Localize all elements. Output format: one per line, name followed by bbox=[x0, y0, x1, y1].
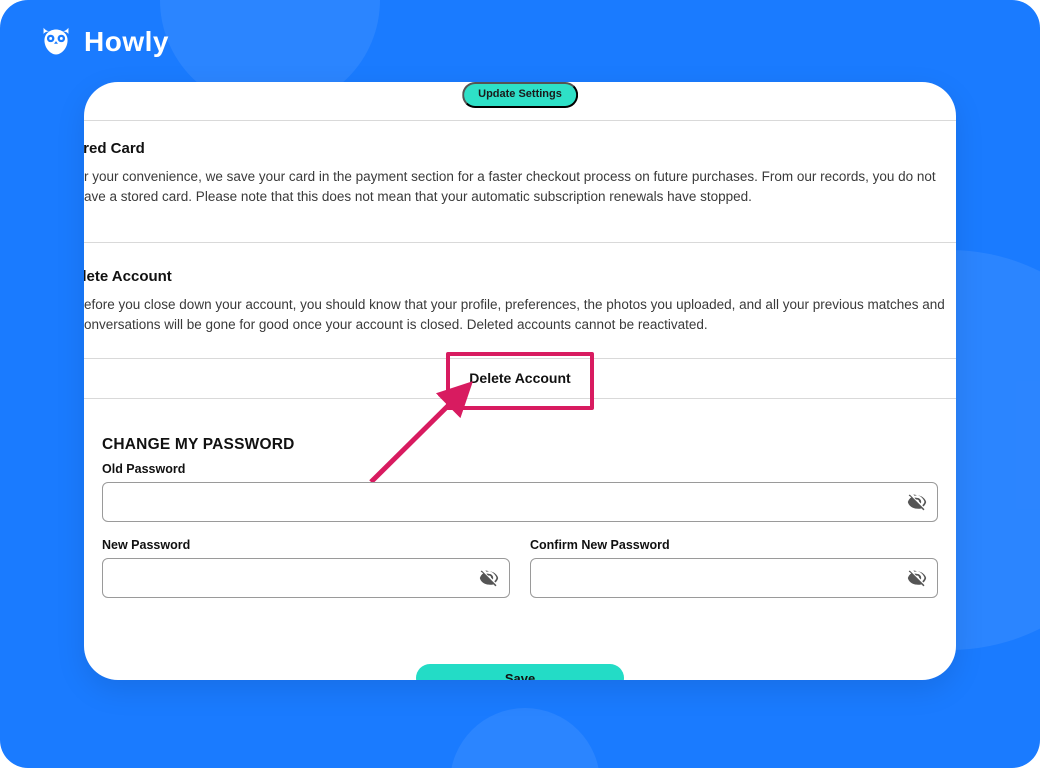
old-password-field bbox=[102, 482, 938, 522]
toggle-visibility-icon[interactable] bbox=[906, 567, 928, 589]
old-password-input[interactable] bbox=[102, 482, 938, 522]
update-settings-button[interactable]: Update Settings bbox=[462, 82, 578, 108]
delete-account-row: Delete Account bbox=[84, 358, 956, 398]
delete-account-button[interactable]: Delete Account bbox=[459, 364, 580, 392]
delete-account-heading: elete Account bbox=[84, 268, 948, 285]
confirm-password-field bbox=[530, 558, 938, 598]
toggle-visibility-icon[interactable] bbox=[906, 491, 928, 513]
save-button[interactable]: Save bbox=[416, 664, 624, 680]
confirm-password-label: Confirm New Password bbox=[530, 538, 938, 552]
confirm-password-input[interactable] bbox=[530, 558, 938, 598]
stored-card-section: ored Card r your convenience, we save yo… bbox=[84, 140, 956, 206]
old-password-label: Old Password bbox=[102, 462, 938, 476]
new-password-label: New Password bbox=[102, 538, 510, 552]
divider bbox=[84, 120, 956, 121]
brand-name: Howly bbox=[84, 26, 169, 58]
toggle-visibility-icon[interactable] bbox=[478, 567, 500, 589]
new-password-input[interactable] bbox=[102, 558, 510, 598]
delete-account-body: efore you close down your account, you s… bbox=[84, 295, 948, 334]
change-password-section: CHANGE MY PASSWORD Old Password New Pass… bbox=[102, 436, 938, 598]
brand-logo: Howly bbox=[38, 26, 169, 58]
change-password-title: CHANGE MY PASSWORD bbox=[102, 436, 938, 454]
save-row: Save bbox=[84, 640, 956, 680]
new-password-field bbox=[102, 558, 510, 598]
decorative-blob bbox=[450, 708, 600, 768]
settings-card: Update Settings ored Card r your conveni… bbox=[84, 82, 956, 680]
divider bbox=[84, 398, 956, 399]
page-frame: Howly Update Settings ored Card r your c… bbox=[0, 0, 1040, 768]
stored-card-body: r your convenience, we save your card in… bbox=[84, 167, 946, 206]
delete-account-section: elete Account efore you close down your … bbox=[84, 268, 956, 334]
divider bbox=[84, 242, 956, 243]
owl-icon bbox=[38, 26, 74, 58]
stored-card-heading: ored Card bbox=[84, 140, 946, 157]
